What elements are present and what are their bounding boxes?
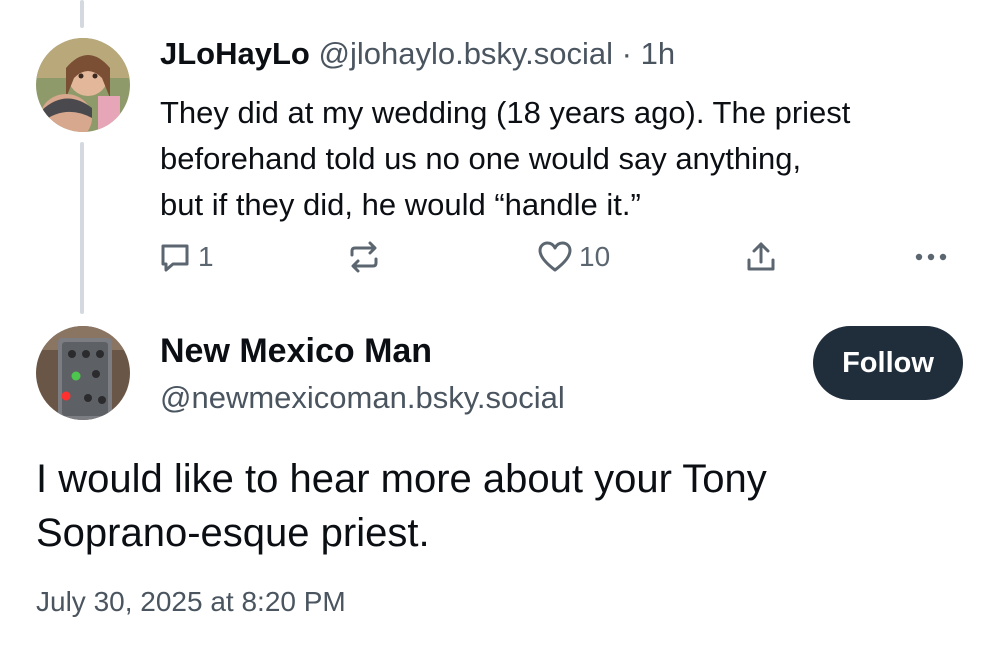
reply-button[interactable]: 1 [158,240,214,274]
share-button[interactable] [744,240,778,274]
thread-line-top [80,0,84,28]
post-text: I would like to hear more about your Ton… [36,452,976,560]
avatar[interactable] [36,326,130,420]
post-time[interactable]: 1h [641,36,675,71]
more-button[interactable] [912,240,950,274]
post-header: JLoHayLo @jlohaylo.bsky.social · 1h [160,36,675,72]
post-text-line: but if they did, he would “handle it.” [160,187,641,222]
reply-icon [161,244,189,272]
author-name[interactable]: New Mexico Man [160,332,432,371]
repost-button[interactable] [346,240,382,274]
more-icon [915,253,947,261]
like-button[interactable]: 10 [537,240,610,274]
thread-line [80,142,84,314]
author-name[interactable]: JLoHayLo [160,36,310,71]
like-count: 10 [579,241,611,272]
post-actions: 1 10 [0,240,1000,280]
reply-count: 1 [198,241,214,272]
post-text-line: beforehand told us no one would say anyt… [160,141,802,176]
follow-button[interactable]: Follow [813,326,963,400]
post-text: They did at my wedding (18 years ago). T… [160,90,980,228]
share-icon [747,242,775,271]
post-timestamp[interactable]: July 30, 2025 at 8:20 PM [36,586,346,618]
post-text-line: They did at my wedding (18 years ago). T… [160,95,851,130]
author-handle[interactable]: @jlohaylo.bsky.social [318,36,613,71]
heart-icon [538,241,572,272]
post-text-line: I would like to hear more about your Ton… [36,457,767,501]
avatar[interactable] [36,38,130,132]
separator: · [621,36,632,71]
author-handle[interactable]: @newmexicoman.bsky.social [160,380,565,416]
post-text-line: Soprano-esque priest. [36,511,430,555]
repost-icon [350,241,378,273]
